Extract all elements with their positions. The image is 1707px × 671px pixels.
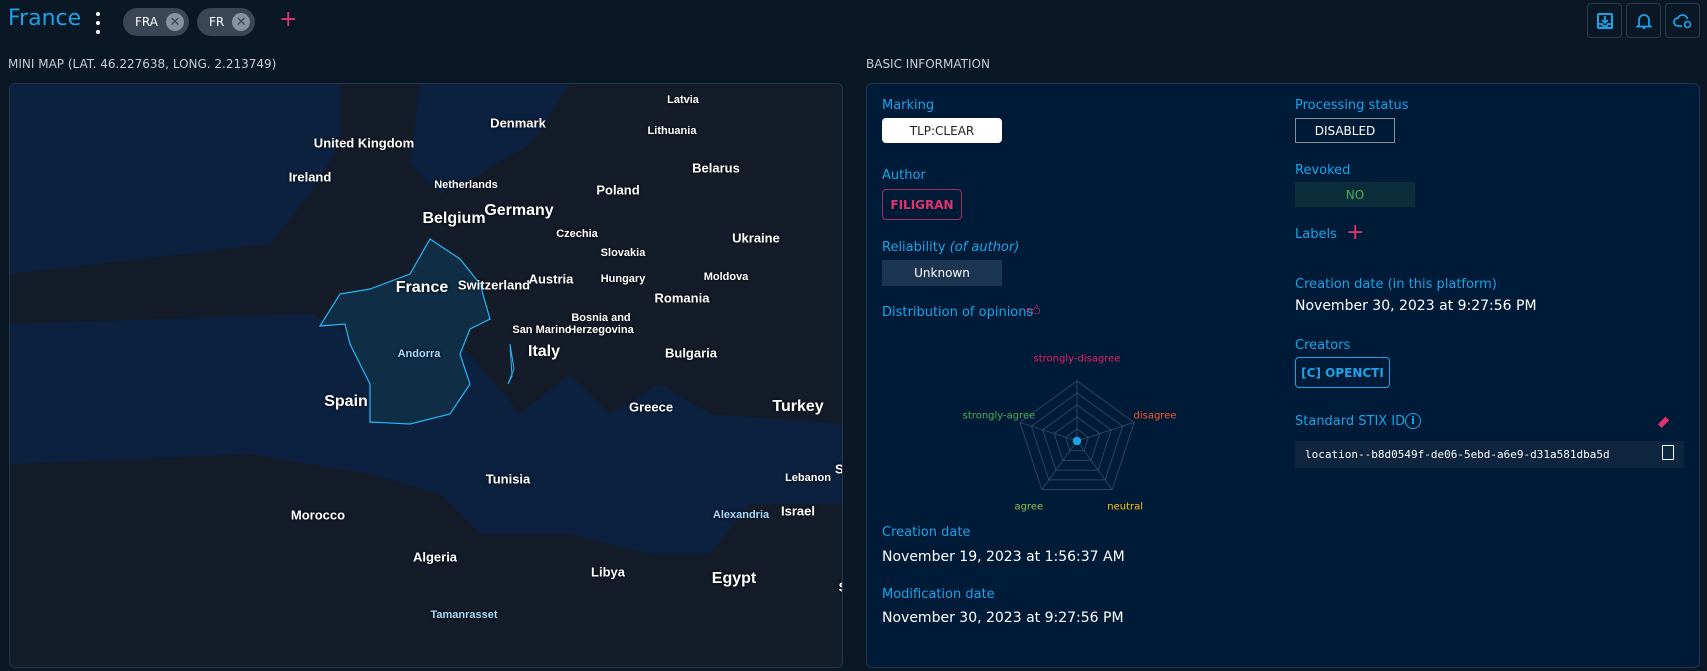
map-label: Tunisia [485, 471, 531, 487]
map-label: Denmark [490, 115, 546, 131]
map-label: France [395, 279, 449, 296]
map-label: Tamanrasset [430, 609, 498, 621]
map-label: Libya [591, 564, 625, 580]
map-label: S [839, 580, 842, 595]
map-label: Lebanon [785, 472, 831, 484]
author-chip[interactable]: FILIGRAN [882, 189, 962, 220]
bell-icon [1634, 13, 1653, 29]
map-label: Italy [527, 343, 561, 360]
map-label: Greece [628, 399, 674, 415]
map-label: Algeria [412, 549, 458, 565]
radar-axis-label: neutral [1107, 501, 1144, 513]
platform-creation-value: November 30, 2023 at 9:27:56 PM [1295, 298, 1537, 314]
radar-svg [1019, 380, 1135, 491]
map-label: Alexandria [712, 509, 770, 521]
map-label: Morocco [290, 507, 346, 523]
map-label: Romania [654, 290, 710, 306]
sync-button[interactable] [1665, 3, 1700, 38]
map-label: United Kingdom [313, 135, 415, 151]
opinions-radar-chart: strongly-disagree disagree neutral agree str… [957, 351, 1197, 521]
download-icon [1596, 12, 1613, 29]
radar-axis-label: strongly-disagree [1033, 353, 1121, 365]
add-alias-icon[interactable]: + [279, 7, 297, 32]
stix-id-label: Standard STIX ID [1295, 414, 1406, 429]
map-label: Belarus [692, 160, 740, 176]
radar-axis-label: strongly-agree [962, 410, 1036, 422]
mini-map[interactable]: United Kingdom Ireland Denmark Latvia Li… [9, 83, 843, 668]
more-menu-icon[interactable] [94, 12, 102, 34]
map-label: Bulgaria [664, 345, 718, 361]
revoked-label: Revoked [1295, 163, 1351, 178]
map-label: Lithuania [647, 125, 697, 137]
platform-creation-label: Creation date (in this platform) [1295, 277, 1497, 292]
reliability-label: Reliability (of author) [882, 240, 1019, 255]
map-label: Egypt [711, 570, 757, 587]
modification-date-label: Modification date [882, 587, 995, 602]
creation-date-label: Creation date [882, 525, 971, 540]
reliability-chip: Unknown [882, 260, 1002, 286]
reliability-note: (of author) [949, 240, 1020, 255]
revoked-chip: NO [1295, 182, 1415, 207]
alias-chip: FR ✕ [197, 8, 256, 36]
cloud-refresh-icon [1672, 13, 1691, 28]
download-button[interactable] [1587, 3, 1622, 38]
stix-id-text: location--b8d0549f-de06-5ebd-a6e9-d31a58… [1305, 448, 1610, 461]
radar-axis-label: agree [1014, 501, 1044, 513]
map-label: Poland [596, 182, 640, 198]
map-label: Latvia [667, 94, 699, 106]
info-icon[interactable]: i [1405, 413, 1421, 429]
opinions-label: Distribution of opinions [882, 305, 1034, 320]
creation-date-value: November 19, 2023 at 1:56:37 AM [882, 549, 1125, 565]
thumbs-up-down-icon[interactable]: 👍︎ [1026, 302, 1041, 319]
copy-icon[interactable] [1662, 445, 1674, 460]
alias-chip: FRA ✕ [123, 8, 189, 36]
map-label: Czechia [556, 228, 598, 240]
remove-alias-icon[interactable]: ✕ [232, 13, 251, 31]
map-label: Germany [484, 202, 554, 219]
map-label: Andorra [397, 348, 441, 360]
modification-date-value: November 30, 2023 at 9:27:56 PM [882, 610, 1124, 626]
map-label: Hungary [600, 273, 646, 285]
reliability-label-text: Reliability [882, 240, 946, 255]
creators-label: Creators [1295, 338, 1351, 353]
labels-label: Labels [1295, 227, 1337, 242]
map-label: Netherlands [434, 179, 498, 191]
processing-status-chip[interactable]: DISABLED [1295, 118, 1395, 143]
processing-status-label: Processing status [1295, 98, 1409, 113]
basic-info-section-title: BASIC INFORMATION [866, 57, 990, 71]
notifications-button[interactable] [1626, 3, 1661, 38]
radar-point [1073, 437, 1081, 445]
map-label: Spain [324, 393, 368, 410]
minimap-section-title: MINI MAP (LAT. 46.227638, LONG. 2.213749… [8, 57, 277, 71]
map-label: Israel [781, 503, 815, 519]
map-label: Switzerland [457, 277, 531, 293]
map-label: San Marino [512, 324, 572, 336]
map-label: Turkey [772, 398, 824, 415]
remove-alias-icon[interactable]: ✕ [165, 13, 184, 31]
marking-chip[interactable]: TLP:CLEAR [882, 118, 1002, 143]
page-title: France [8, 6, 82, 31]
creator-chip[interactable]: [C] OPENCTI [1295, 357, 1390, 388]
map-label: Austria [528, 271, 574, 287]
map-label: Belgium [422, 210, 486, 227]
author-label: Author [882, 168, 926, 183]
marking-label: Marking [882, 98, 935, 113]
map-label: Ireland [288, 169, 332, 185]
map-label: Slovakia [600, 247, 646, 259]
map-label: Sy [835, 461, 843, 477]
map-label: Moldova [703, 271, 749, 283]
radar-axis-label: disagree [1133, 410, 1177, 422]
stix-id-value: location--b8d0549f-de06-5ebd-a6e9-d31a58… [1295, 441, 1684, 468]
map-label: Ukraine [732, 230, 780, 246]
alias-label: FR [209, 15, 225, 29]
add-label-icon[interactable]: + [1346, 220, 1364, 245]
alias-label: FRA [135, 15, 158, 29]
